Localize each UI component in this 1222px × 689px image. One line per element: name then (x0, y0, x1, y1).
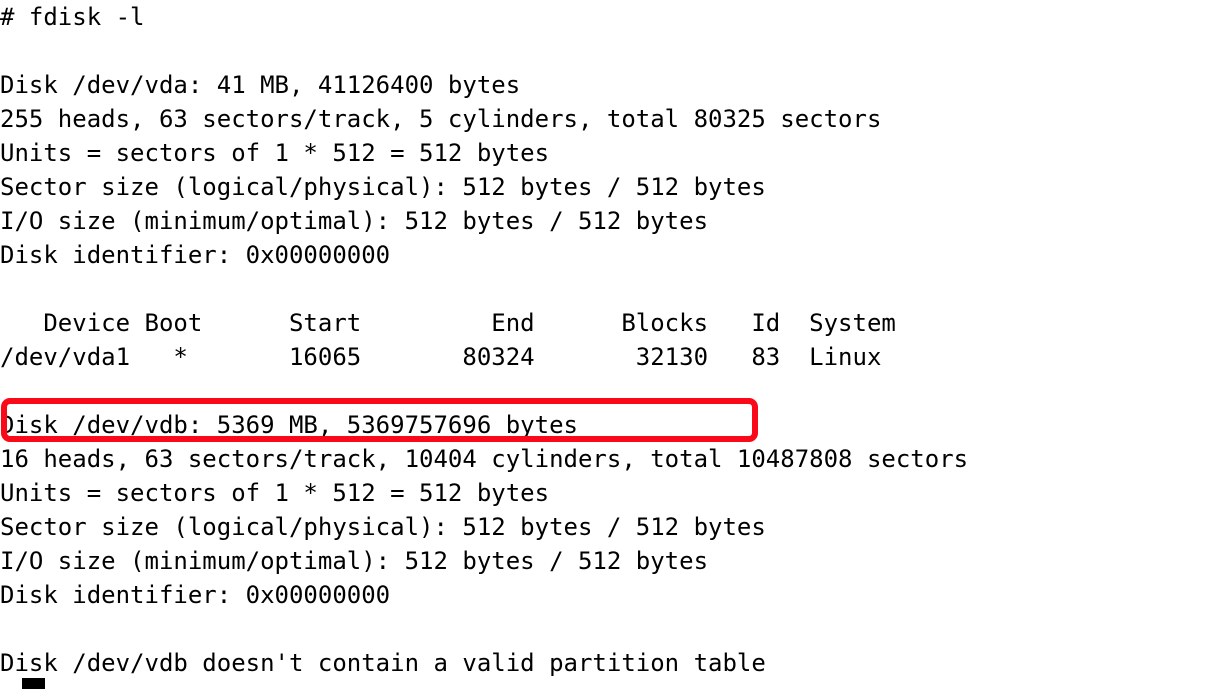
console-line-vdb-units: Units = sectors of 1 * 512 = 512 bytes (0, 479, 550, 507)
console-line-vda-geometry: 255 heads, 63 sectors/track, 5 cylinders… (0, 105, 882, 133)
console-line-blank-1 (0, 34, 968, 68)
console-line-blank-4 (0, 612, 968, 646)
console-line-blank-2 (0, 272, 968, 306)
console-line-vdb-geometry: 16 heads, 63 sectors/track, 10404 cylind… (0, 445, 969, 473)
console-line-vdb-warning: Disk /dev/vdb doesn't contain a valid pa… (0, 649, 766, 677)
partition-table-row-vda1: /dev/vda1 * 16065 80324 32130 83 Linux (0, 343, 882, 371)
console-output: # fdisk -l Disk /dev/vda: 41 MB, 41126400… (0, 0, 968, 680)
partition-table-header: Device Boot Start End Blocks Id System (0, 309, 896, 337)
console-line-command: # fdisk -l (0, 3, 145, 31)
console-line-blank-3 (0, 374, 968, 408)
console-line-vda-identifier: Disk identifier: 0x00000000 (0, 241, 391, 269)
console-line-vda-io-size: I/O size (minimum/optimal): 512 bytes / … (0, 207, 709, 235)
terminal-window[interactable]: # fdisk -l Disk /dev/vda: 41 MB, 41126400… (0, 0, 1222, 689)
console-line-vdb-identifier: Disk identifier: 0x00000000 (0, 581, 391, 609)
terminal-cursor (22, 678, 45, 689)
console-line-vda-units: Units = sectors of 1 * 512 = 512 bytes (0, 139, 550, 167)
console-line-vdb-disk: Disk /dev/vdb: 5369 MB, 5369757696 bytes (0, 411, 578, 439)
console-line-vda-sector-size: Sector size (logical/physical): 512 byte… (0, 173, 766, 201)
console-line-vdb-sector-size: Sector size (logical/physical): 512 byte… (0, 513, 766, 541)
console-line-vdb-io-size: I/O size (minimum/optimal): 512 bytes / … (0, 547, 709, 575)
console-line-vda-disk: Disk /dev/vda: 41 MB, 41126400 bytes (0, 71, 521, 99)
